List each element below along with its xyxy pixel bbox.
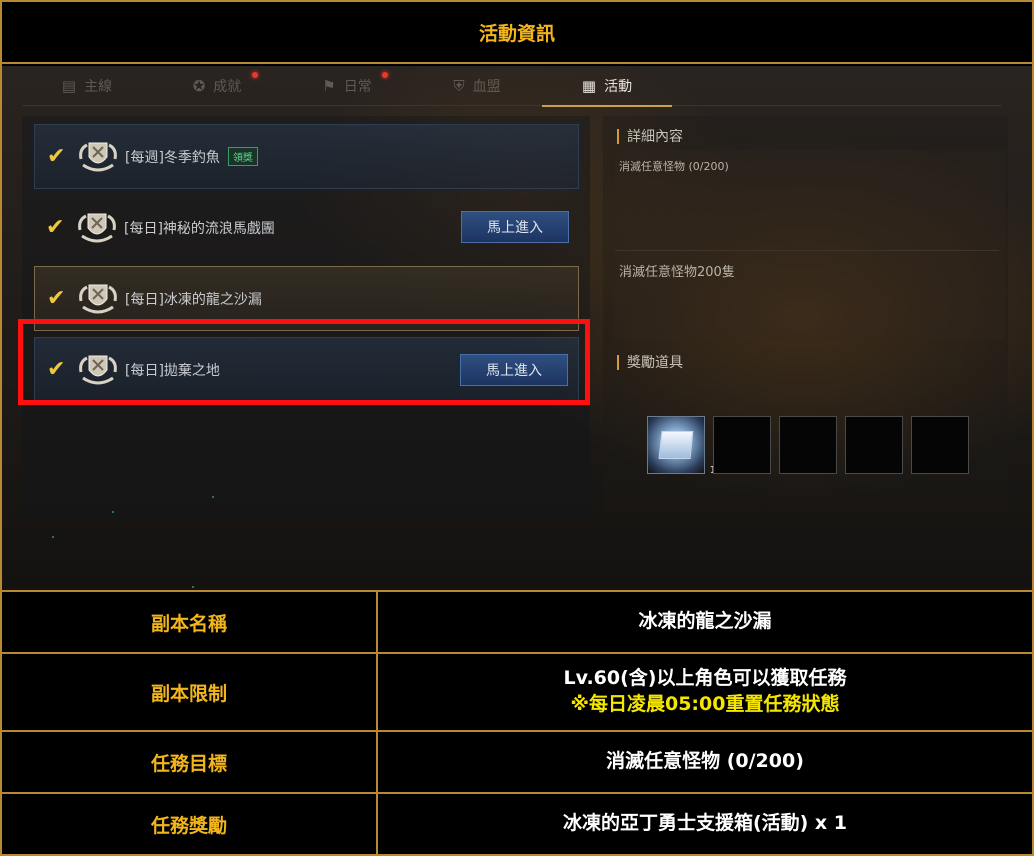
silver-chest-icon: [658, 431, 694, 459]
game-screenshot-panel: ▤ 主線 ✪ 成就 ⚑ 日常 ⛨ 血盟 ▦ 活動 ✔ [每週]冬季釣魚 領獎 ✔…: [2, 66, 1032, 590]
emblem-icon: [77, 138, 119, 176]
quest-name: [每日]冰凍的龍之沙漏: [125, 291, 262, 308]
reward-slot-empty: [779, 416, 837, 474]
checkmark-icon: ✔: [46, 215, 65, 240]
shield-icon: ⛨: [453, 77, 465, 95]
table-row: 副本名稱 冰凍的龍之沙漏: [2, 590, 1032, 652]
row-value: 消滅任意怪物 (0/200): [606, 750, 804, 773]
flag-icon: ⚑: [322, 77, 336, 95]
row-label: 副本名稱: [2, 592, 378, 652]
tab-label: 日常: [343, 79, 372, 95]
tab-daily[interactable]: ⚑ 日常: [282, 66, 412, 106]
tab-label: 活動: [604, 79, 633, 95]
row-value: Lv.60(含)以上角色可以獲取任務 ※每日凌晨05:00重置任務狀態: [378, 654, 1032, 730]
enter-now-button[interactable]: 馬上進入: [461, 211, 569, 243]
tab-label: 血盟: [472, 79, 501, 95]
reward-slot-empty: [713, 416, 771, 474]
quest-name: [每週]冬季釣魚: [125, 149, 220, 166]
row-label: 任務獎勵: [2, 794, 378, 854]
reset-note: ※每日凌晨05:00重置任務狀態: [570, 693, 840, 715]
row-value: 冰凍的龍之沙漏: [638, 610, 772, 633]
reward-slot-empty: [845, 416, 903, 474]
divider: [615, 250, 999, 251]
table-row: 任務獎勵 冰凍的亞丁勇士支援箱(活動) x 1: [2, 792, 1032, 854]
tab-bar: ▤ 主線 ✪ 成就 ⚑ 日常 ⛨ 血盟 ▦ 活動: [22, 66, 1002, 107]
emblem-icon: [77, 280, 119, 318]
info-table: 副本名稱 冰凍的龍之沙漏 副本限制 Lv.60(含)以上角色可以獲取任務 ※每日…: [2, 590, 1032, 854]
medal-icon: ✪: [192, 77, 206, 95]
notification-dot: [252, 72, 258, 78]
tab-event[interactable]: ▦ 活動: [542, 66, 672, 107]
page-title: 活動資訊: [2, 2, 1032, 64]
description-text: 消滅任意怪物200隻: [619, 265, 735, 280]
reward-section-title: 獎勵道具: [617, 352, 683, 372]
detail-panel: 詳細內容 消滅任意怪物 (0/200) 消滅任意怪物200隻 獎勵道具 1: [603, 116, 1008, 511]
quest-item[interactable]: ✔ [每日]神秘的流浪馬戲團 馬上進入: [34, 195, 579, 260]
table-row: 副本限制 Lv.60(含)以上角色可以獲取任務 ※每日凌晨05:00重置任務狀態: [2, 652, 1032, 730]
detail-content-box: [615, 150, 1005, 340]
quest-list: ✔ [每週]冬季釣魚 領獎 ✔ [每日]神秘的流浪馬戲團 馬上進入 ✔ [每日]…: [22, 116, 590, 588]
reward-slot-empty: [911, 416, 969, 474]
row-label: 副本限制: [2, 654, 378, 730]
checkmark-icon: ✔: [47, 144, 66, 169]
tab-clan[interactable]: ⛨ 血盟: [412, 66, 542, 106]
tab-label: 成就: [213, 79, 242, 95]
emblem-icon: [76, 209, 118, 247]
activity-info-frame: 活動資訊 ▤ 主線 ✪ 成就 ⚑ 日常 ⛨ 血盟 ▦ 活動 ✔ [每週]冬季釣魚…: [0, 0, 1034, 856]
tab-main-quest[interactable]: ▤ 主線: [22, 66, 152, 106]
selection-highlight-box: [18, 319, 590, 405]
reward-slots: 1: [647, 416, 969, 476]
row-label: 任務目標: [2, 732, 378, 792]
progress-text: 消滅任意怪物 (0/200): [619, 160, 729, 173]
gift-icon: ▦: [581, 77, 597, 95]
checkmark-icon: ✔: [47, 286, 66, 311]
quest-item[interactable]: ✔ [每週]冬季釣魚 領獎: [34, 124, 579, 189]
tab-label: 主線: [84, 79, 113, 95]
scroll-icon: ▤: [61, 77, 77, 95]
table-row: 任務目標 消滅任意怪物 (0/200): [2, 730, 1032, 792]
quest-name: [每日]神秘的流浪馬戲團: [124, 220, 275, 237]
reward-slot[interactable]: 1: [647, 416, 716, 476]
detail-section-title: 詳細內容: [617, 126, 683, 146]
row-value: 冰凍的亞丁勇士支援箱(活動) x 1: [562, 812, 848, 835]
claim-reward-badge[interactable]: 領獎: [227, 147, 258, 166]
notification-dot: [382, 72, 388, 78]
tab-achievement[interactable]: ✪ 成就: [152, 66, 282, 106]
